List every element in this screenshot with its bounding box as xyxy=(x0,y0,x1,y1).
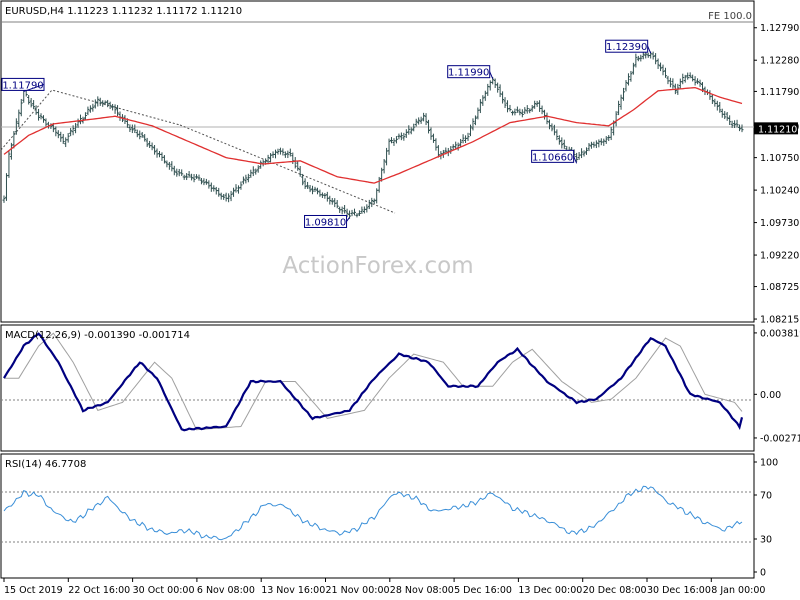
price-tick-label: 1.08215 xyxy=(760,315,799,326)
price-tick-label: 1.12280 xyxy=(760,56,799,67)
x-tick-label: 30 Dec 16:00 xyxy=(647,585,711,596)
annotation-label: 1.11790 xyxy=(2,80,43,91)
price-annotation: 1.10660 xyxy=(531,149,578,164)
price-annotation: 1.11990 xyxy=(447,65,494,79)
macd-tick-label: 0.003819 xyxy=(760,328,800,339)
fe-label: FE 100.0 xyxy=(708,11,752,22)
x-tick-label: 21 Nov 00:00 xyxy=(326,585,390,596)
macd-panel-frame xyxy=(0,324,755,452)
price-title: EURUSD,H4 1.11223 1.11232 1.11172 1.1121… xyxy=(5,6,242,17)
price-tick-label: 1.11790 xyxy=(760,87,799,98)
price-panel: ActionForex.com 1.11790 1.09810 1.11990 1.1… xyxy=(0,0,755,323)
rsi-tick-label: 0 xyxy=(760,568,766,579)
price-annotation: 1.11790 xyxy=(1,77,45,92)
price-annotation: 1.09810 xyxy=(304,214,350,228)
x-tick-label: 8 Jan 00:00 xyxy=(711,585,765,596)
price-tick-label: 1.10240 xyxy=(760,186,799,197)
price-tick-label: 1.09220 xyxy=(760,251,799,262)
rsi-panel-frame xyxy=(0,453,755,579)
macd-panel: MACD(12,26,9) -0.001390 -0.001714 xyxy=(0,324,755,452)
price-tick-label: 1.09730 xyxy=(760,218,799,229)
x-tick-label: 22 Oct 16:00 xyxy=(68,585,130,596)
price-annotation: 1.12390 xyxy=(605,39,652,54)
rsi-tick-label: 30 xyxy=(760,535,772,546)
x-tick-label: 6 Nov 08:00 xyxy=(197,585,255,596)
macd-title: MACD(12,26,9) -0.001390 -0.001714 xyxy=(5,330,190,341)
price-tick-label: 1.10750 xyxy=(760,153,799,164)
rsi-panel: RSI(14) 46.7708 xyxy=(0,453,755,579)
annotation-label: 1.11990 xyxy=(448,68,489,79)
price-tick-label: 1.08725 xyxy=(760,282,799,293)
rsi-tick-label: 70 xyxy=(760,491,772,502)
current-price-label: 1.11210 xyxy=(758,124,797,135)
x-tick-label: 20 Dec 08:00 xyxy=(583,585,647,596)
annotation-label: 1.09810 xyxy=(305,217,346,228)
x-tick-label: 13 Dec 00:00 xyxy=(518,585,582,596)
x-tick-label: 5 Dec 16:00 xyxy=(454,585,512,596)
watermark: ActionForex.com xyxy=(282,253,473,279)
x-tick-label: 30 Oct 00:00 xyxy=(133,585,195,596)
rsi-title: RSI(14) 46.7708 xyxy=(5,459,86,470)
macd-tick-label: -0.002713 xyxy=(760,433,800,444)
annotation-label: 1.10660 xyxy=(532,152,573,163)
chart-svg: ActionForex.com 1.11790 1.09810 1.11990 1.1… xyxy=(0,0,800,596)
x-tick-label: 13 Nov 16:00 xyxy=(261,585,325,596)
rsi-tick-label: 100 xyxy=(760,458,778,469)
macd-tick-label: 0.00 xyxy=(760,390,781,401)
x-tick-label: 28 Nov 08:00 xyxy=(390,585,454,596)
x-tick-label: 15 Oct 2019 xyxy=(4,585,63,596)
annotation-label: 1.12390 xyxy=(606,42,647,53)
price-tick-label: 1.12790 xyxy=(760,23,799,34)
